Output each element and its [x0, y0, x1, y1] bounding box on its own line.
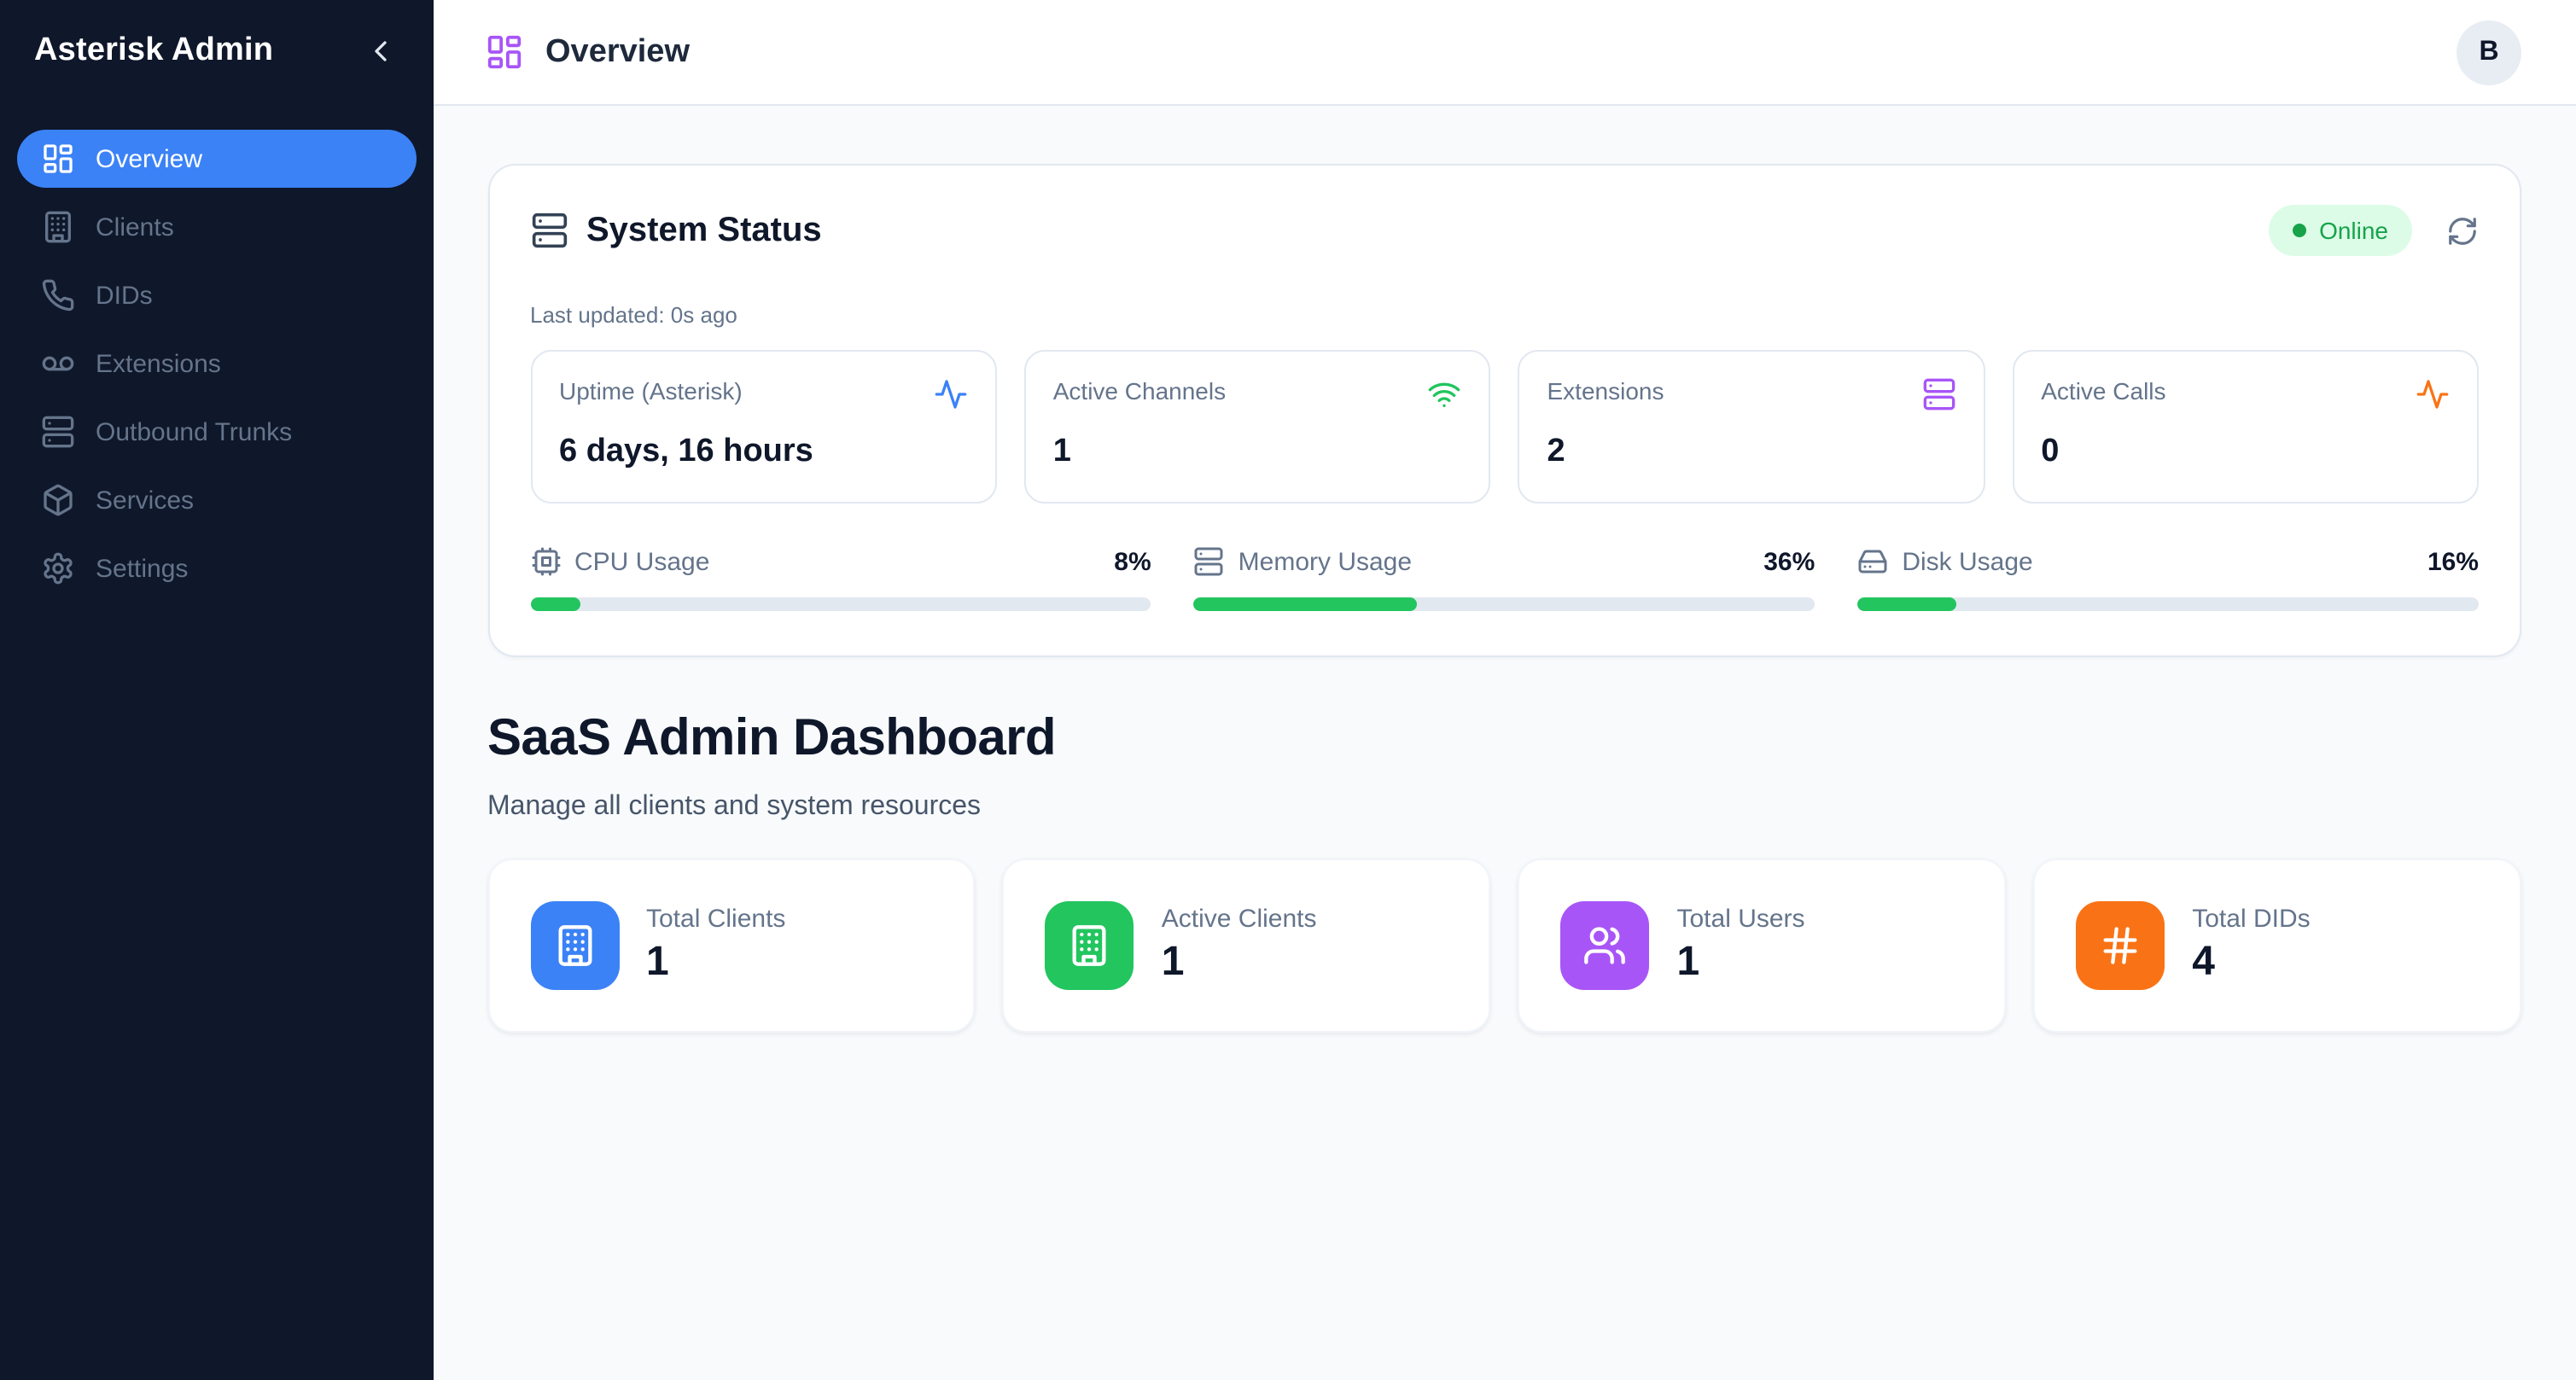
main-content: System Status Online	[433, 106, 2576, 1380]
sidebar-item-outbound-trunks[interactable]: Outbound Trunks	[17, 403, 416, 461]
metric-label: Total Users	[1677, 905, 1805, 934]
sidebar: Asterisk Admin Overview Clients	[0, 0, 433, 1380]
usage-label: Disk Usage	[1902, 547, 2414, 576]
building-icon	[41, 210, 75, 244]
stat-value: 1	[1053, 434, 1462, 471]
stat-value: 0	[2041, 434, 2450, 471]
sidebar-item-label: Clients	[96, 213, 174, 242]
phone-icon	[41, 278, 75, 312]
usage-memory: Memory Usage 36%	[1194, 546, 1815, 611]
users-icon	[1561, 901, 1650, 990]
page-title: Overview	[545, 33, 690, 71]
cpu-icon	[530, 546, 561, 577]
sidebar-item-clients[interactable]: Clients	[17, 198, 416, 256]
metric-card-total-clients: Total Clients 1	[487, 859, 976, 1033]
hash-icon	[2076, 901, 2165, 990]
sidebar-header: Asterisk Admin	[0, 0, 433, 102]
sidebar-item-overview[interactable]: Overview	[17, 130, 416, 188]
stat-value: 2	[1547, 434, 1956, 471]
layout-dashboard-icon	[41, 142, 75, 176]
last-updated-text: Last updated: 0s ago	[530, 302, 2479, 328]
server-icon	[530, 212, 568, 249]
sidebar-item-dids[interactable]: DIDs	[17, 266, 416, 324]
building-icon	[1046, 901, 1134, 990]
server-icon	[41, 415, 75, 449]
sidebar-item-services[interactable]: Services	[17, 471, 416, 529]
sidebar-collapse-button[interactable]	[358, 29, 402, 73]
status-badge: Online	[2268, 205, 2412, 256]
refresh-icon	[2446, 214, 2479, 247]
metric-label: Total Clients	[646, 905, 785, 934]
cpu-progress-track	[530, 597, 1151, 611]
disk-progress-track	[1857, 597, 2479, 611]
page-header: Overview B	[433, 0, 2576, 106]
refresh-button[interactable]	[2446, 214, 2479, 247]
sidebar-item-label: Extensions	[96, 349, 221, 378]
usage-disk: Disk Usage 16%	[1857, 546, 2479, 611]
system-status-title: System Status	[586, 211, 822, 250]
activity-icon	[2416, 377, 2450, 411]
sidebar-item-extensions[interactable]: Extensions	[17, 335, 416, 393]
metric-card-total-dids: Total DIDs 4	[2033, 859, 2521, 1033]
wifi-icon	[1428, 377, 1462, 411]
metric-label: Active Clients	[1162, 905, 1317, 934]
server-icon	[1194, 546, 1225, 577]
stat-box-uptime: Uptime (Asterisk) 6 days, 16 hours	[530, 350, 997, 504]
sidebar-item-label: Overview	[96, 144, 202, 173]
sidebar-item-label: Services	[96, 486, 194, 515]
stat-label: Uptime (Asterisk)	[559, 377, 743, 405]
sidebar-item-settings[interactable]: Settings	[17, 539, 416, 597]
stat-label: Extensions	[1547, 377, 1664, 405]
sidebar-nav: Overview Clients DIDs Extensions	[0, 130, 433, 608]
metric-card-active-clients: Active Clients 1	[1003, 859, 1491, 1033]
dashboard-subtitle: Manage all clients and system resources	[487, 792, 2521, 823]
system-status-card: System Status Online	[487, 164, 2521, 657]
server-icon	[1921, 377, 1955, 411]
usage-cpu: CPU Usage 8%	[530, 546, 1151, 611]
hard-drive-icon	[1857, 546, 1888, 577]
metric-value: 4	[2192, 939, 2310, 987]
cpu-progress-fill	[530, 597, 580, 611]
usage-value: 16%	[2427, 547, 2479, 576]
metric-label: Total DIDs	[2192, 905, 2310, 934]
sidebar-item-label: DIDs	[96, 281, 153, 310]
usage-value: 36%	[1763, 547, 1815, 576]
usage-value: 8%	[1114, 547, 1151, 576]
usage-label: Memory Usage	[1238, 547, 1751, 576]
dashboard-title: SaaS Admin Dashboard	[487, 710, 2521, 768]
stat-box-active-channels: Active Channels 1	[1024, 350, 1491, 504]
usage-grid: CPU Usage 8% Memory Usage	[530, 546, 2479, 611]
status-badge-label: Online	[2319, 217, 2388, 244]
memory-progress-track	[1194, 597, 1815, 611]
settings-icon	[41, 551, 75, 585]
activity-icon	[934, 377, 968, 411]
metric-card-grid: Total Clients 1 Active Clients 1	[487, 859, 2521, 1033]
app-title: Asterisk Admin	[34, 32, 273, 70]
main-column: Overview B System Status	[433, 0, 2576, 1380]
metric-card-total-users: Total Users 1	[1518, 859, 2007, 1033]
building-icon	[530, 901, 619, 990]
disk-progress-fill	[1857, 597, 1956, 611]
avatar[interactable]: B	[2457, 20, 2521, 84]
package-icon	[41, 483, 75, 517]
sidebar-item-label: Outbound Trunks	[96, 417, 292, 446]
layout-dashboard-icon	[484, 32, 523, 72]
metric-value: 1	[646, 939, 785, 987]
sidebar-item-label: Settings	[96, 554, 188, 583]
stat-box-extensions: Extensions 2	[1518, 350, 1985, 504]
stat-value: 6 days, 16 hours	[559, 434, 968, 471]
memory-progress-fill	[1194, 597, 1418, 611]
stat-box-active-calls: Active Calls 0	[2012, 350, 2479, 504]
stat-label: Active Channels	[1053, 377, 1226, 405]
usage-label: CPU Usage	[574, 547, 1100, 576]
metric-value: 1	[1677, 939, 1805, 987]
app-root: Asterisk Admin Overview Clients	[0, 0, 2576, 1380]
voicemail-icon	[41, 346, 75, 381]
chevron-left-icon	[363, 34, 397, 68]
stat-label: Active Calls	[2041, 377, 2165, 405]
status-dot	[2292, 224, 2305, 237]
status-stats-grid: Uptime (Asterisk) 6 days, 16 hours Activ…	[530, 350, 2479, 504]
metric-value: 1	[1162, 939, 1317, 987]
